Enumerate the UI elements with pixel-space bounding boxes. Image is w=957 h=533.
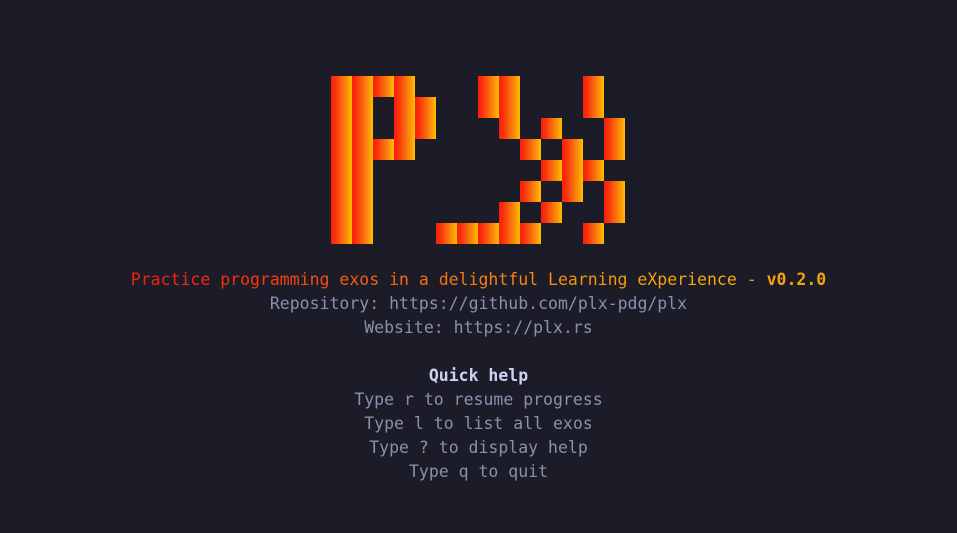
logo-pixel [352, 181, 373, 202]
logo-pixel [541, 160, 562, 181]
quick-help-list: Type r to resume progress Type l to list … [0, 388, 957, 484]
logo-pixel [478, 97, 499, 118]
repository-url[interactable]: https://github.com/plx-pdg/plx [389, 294, 687, 313]
logo-pixel [457, 223, 478, 244]
website-url[interactable]: https://plx.rs [454, 318, 593, 337]
quick-help-item-?[interactable]: Type ? to display help [0, 436, 957, 460]
plx-logo [331, 76, 646, 244]
website-line: Website: https://plx.rs [0, 316, 957, 340]
logo-pixel [499, 76, 520, 97]
logo-pixel [331, 118, 352, 139]
logo-pixel [499, 97, 520, 118]
logo-pixel [604, 139, 625, 160]
logo-pixel [331, 181, 352, 202]
logo-pixel [520, 223, 541, 244]
website-label: Website: [364, 318, 454, 337]
logo-pixel [331, 202, 352, 223]
logo-pixel [352, 160, 373, 181]
logo-pixel [562, 139, 583, 160]
logo-pixel [583, 76, 604, 97]
logo-pixel [331, 97, 352, 118]
logo-pixel [499, 202, 520, 223]
logo-pixel [478, 223, 499, 244]
logo-pixel [541, 202, 562, 223]
logo-pixel [373, 76, 394, 97]
repository-label: Repository: [269, 294, 390, 313]
logo-pixel [499, 223, 520, 244]
logo-pixel [394, 118, 415, 139]
logo-pixel [352, 97, 373, 118]
logo-pixel [415, 118, 436, 139]
logo-pixel [541, 118, 562, 139]
logo-pixel [562, 160, 583, 181]
logo-pixel [331, 160, 352, 181]
logo-pixel [331, 139, 352, 160]
logo-pixel [478, 76, 499, 97]
logo-pixel [583, 223, 604, 244]
logo-pixel [352, 76, 373, 97]
logo-pixel [373, 139, 394, 160]
tagline: Practice programming exos in a delightfu… [0, 268, 957, 292]
logo-pixel [352, 139, 373, 160]
logo-pixel [520, 181, 541, 202]
logo-pixel [394, 139, 415, 160]
logo-pixel [520, 139, 541, 160]
logo-pixel [331, 223, 352, 244]
plx-logo-pixels [331, 76, 625, 244]
logo-pixel [562, 181, 583, 202]
logo-pixel [583, 160, 604, 181]
logo-pixel [436, 223, 457, 244]
tagline-text: Practice programming exos in a delightfu… [130, 270, 737, 289]
logo-pixel [583, 97, 604, 118]
repository-line: Repository: https://github.com/plx-pdg/p… [0, 292, 957, 316]
logo-pixel [331, 76, 352, 97]
logo-pixel [604, 202, 625, 223]
quick-help-item-q[interactable]: Type q to quit [0, 460, 957, 484]
logo-pixel [604, 118, 625, 139]
quick-help-item-l[interactable]: Type l to list all exos [0, 412, 957, 436]
logo-pixel [499, 118, 520, 139]
quick-help-item-r[interactable]: Type r to resume progress [0, 388, 957, 412]
tagline-separator: - [736, 270, 767, 289]
version-badge: v0.2.0 [766, 270, 827, 289]
logo-pixel [604, 181, 625, 202]
logo-pixel [394, 76, 415, 97]
logo-pixel [352, 118, 373, 139]
logo-pixel [415, 97, 436, 118]
logo-pixel [352, 202, 373, 223]
quick-help-title: Quick help [428, 366, 529, 385]
logo-pixel [394, 97, 415, 118]
terminal-screen: Practice programming exos in a delightfu… [0, 0, 957, 533]
logo-pixel [352, 223, 373, 244]
